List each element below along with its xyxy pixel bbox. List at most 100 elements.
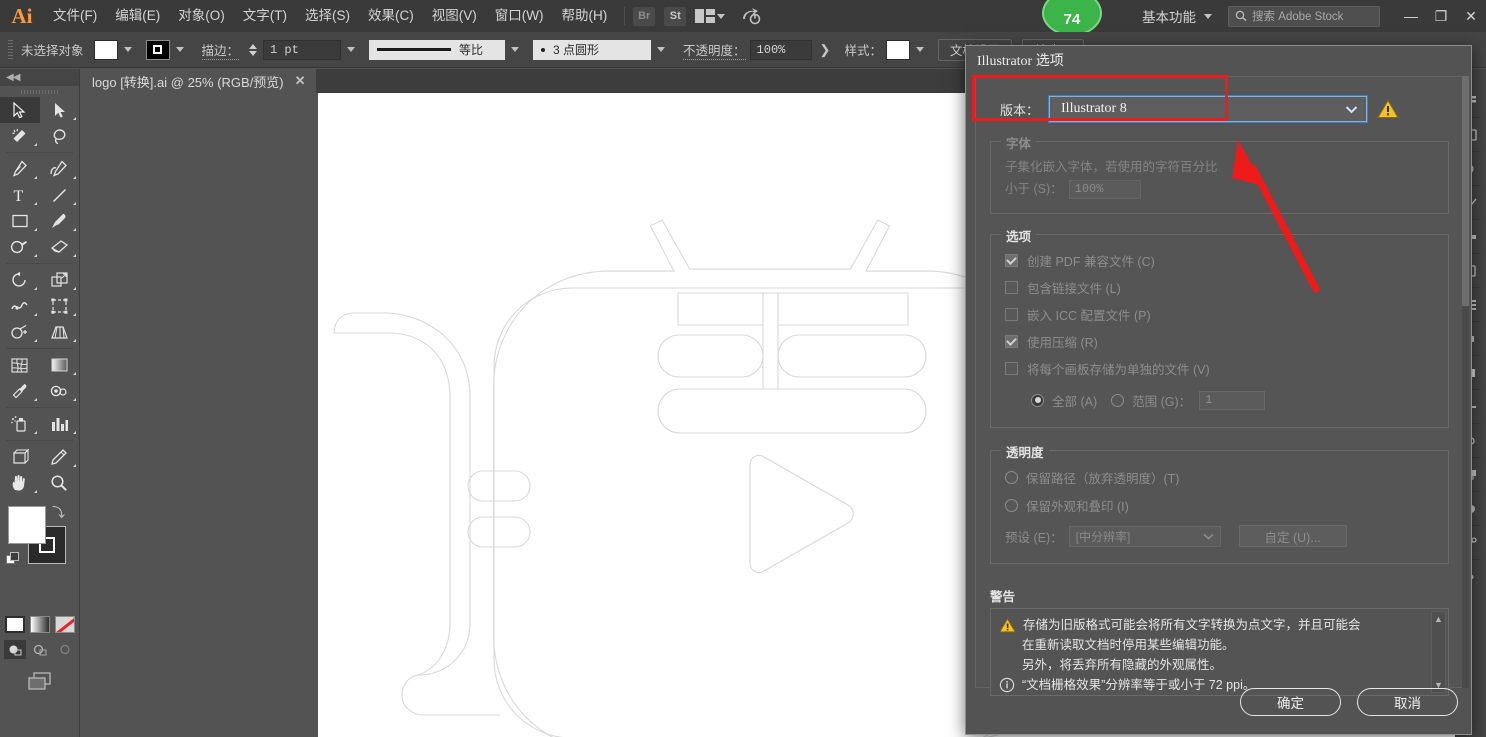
document-tab-close-icon[interactable]: ✕ [295, 73, 306, 89]
checkbox-embed-icc[interactable] [1005, 308, 1018, 321]
shape-builder-tool[interactable] [0, 319, 40, 345]
color-mode-button[interactable] [4, 616, 25, 633]
custom-transparency-button[interactable]: 自定 (U)... [1238, 525, 1347, 547]
workspace-chevron-down-icon[interactable] [1204, 13, 1212, 19]
fill-chevron-down-icon[interactable] [120, 40, 136, 60]
checkbox-pdf-compatible[interactable] [1005, 254, 1018, 267]
slice-tool[interactable] [40, 444, 80, 470]
sync-settings-icon[interactable] [739, 6, 763, 26]
minimize-button[interactable]: — [1396, 0, 1426, 32]
menu-view[interactable]: 视图(V) [423, 0, 486, 32]
menu-object[interactable]: 对象(O) [169, 0, 234, 32]
magic-wand-tool[interactable] [0, 123, 40, 149]
paintbrush-tool[interactable] [40, 208, 80, 234]
tools-collapse-button[interactable]: ◀◀ [0, 69, 79, 86]
radio-row-artboard-range[interactable]: 范围 (G)： 1 [1111, 386, 1266, 414]
selection-tool[interactable] [0, 97, 40, 123]
fill-swatch-large[interactable] [8, 506, 46, 544]
menu-type[interactable]: 文字(T) [234, 0, 296, 32]
opacity-expand-icon[interactable]: ❯ [820, 42, 831, 58]
screen-mode-button[interactable] [0, 671, 79, 691]
radio-row-preserve-appearance[interactable]: 保留外观和叠印 (I) [1005, 491, 1434, 519]
profile-chevron-down-icon[interactable] [507, 40, 523, 60]
symbol-sprayer-tool[interactable] [0, 411, 40, 437]
draw-behind-icon[interactable] [29, 640, 51, 659]
eyedropper-tool[interactable] [0, 378, 40, 404]
rotate-tool[interactable] [0, 267, 40, 293]
brush-chevron-down-icon[interactable] [653, 40, 669, 60]
option-row-include-linked[interactable]: 包含链接文件 (L) [1005, 274, 1434, 301]
dialog-scrollbar[interactable] [1462, 76, 1469, 688]
control-bar-grip[interactable] [8, 39, 13, 60]
scale-tool[interactable] [40, 267, 80, 293]
brush-definition-combo[interactable]: 3 点圆形 [533, 39, 652, 60]
lasso-tool[interactable] [40, 123, 80, 149]
menu-edit[interactable]: 编辑(E) [106, 0, 169, 32]
style-chevron-down-icon[interactable] [912, 40, 928, 60]
workspace-switcher[interactable]: 基本功能 [1142, 6, 1196, 26]
ok-button[interactable]: 确定 [1240, 688, 1341, 716]
line-segment-tool[interactable] [40, 182, 80, 208]
radio-row-all-artboards[interactable]: 全部 (A) [1031, 386, 1097, 414]
version-select[interactable]: Illustrator 8 [1048, 95, 1369, 123]
gradient-tool[interactable] [40, 352, 80, 378]
fill-color-swatch[interactable] [93, 39, 118, 60]
preset-select[interactable]: [中分辨率] [1068, 525, 1221, 547]
stroke-weight-stepper[interactable] [247, 40, 259, 60]
scroll-up-arrow-icon[interactable]: ▲ [1434, 614, 1443, 624]
rectangle-tool[interactable] [0, 208, 40, 234]
menu-effect[interactable]: 效果(C) [359, 0, 423, 32]
search-input[interactable]: 搜索 Adobe Stock [1228, 5, 1380, 27]
stock-icon[interactable]: St [664, 6, 687, 26]
option-row-embed-icc[interactable]: 嵌入 ICC 配置文件 (P) [1005, 301, 1434, 328]
stroke-color-swatch[interactable] [145, 39, 170, 60]
eraser-tool[interactable] [40, 234, 80, 260]
none-mode-button[interactable] [54, 616, 75, 633]
draw-inside-icon[interactable] [54, 640, 76, 659]
gradient-mode-button[interactable] [29, 616, 50, 633]
option-row-pdf-compatible[interactable]: 创建 PDF 兼容文件 (C) [1005, 247, 1434, 274]
free-transform-tool[interactable] [40, 293, 80, 319]
radio-preserve-paths[interactable] [1005, 470, 1018, 484]
type-tool[interactable]: T [0, 182, 40, 208]
shaper-tool[interactable] [0, 234, 40, 260]
default-fill-stroke-icon[interactable] [6, 552, 20, 566]
hand-tool[interactable] [0, 470, 40, 496]
curvature-tool[interactable] [40, 156, 80, 182]
tools-drag-grip[interactable] [0, 86, 79, 97]
radio-row-preserve-paths[interactable]: 保留路径（放弃透明度）(T) [1005, 463, 1434, 491]
checkbox-save-each-artboard[interactable] [1005, 362, 1018, 375]
perspective-grid-tool[interactable] [40, 319, 80, 345]
artboard-range-field[interactable]: 1 [1199, 390, 1266, 410]
radio-preserve-appearance[interactable] [1005, 498, 1018, 512]
menu-file[interactable]: 文件(F) [44, 0, 106, 32]
close-button[interactable]: ✕ [1456, 0, 1486, 32]
subset-field[interactable]: 100% [1068, 179, 1141, 199]
checkbox-include-linked[interactable] [1005, 281, 1018, 294]
opacity-field[interactable]: 100% [749, 39, 812, 60]
mesh-tool[interactable] [0, 352, 40, 378]
document-tab[interactable]: logo [转换].ai @ 25% (RGB/预览) ✕ [80, 69, 317, 93]
cancel-button[interactable]: 取消 [1357, 688, 1458, 716]
menu-select[interactable]: 选择(S) [296, 0, 359, 32]
warning-scrollbar[interactable]: ▲ ▼ [1431, 611, 1446, 693]
pen-tool[interactable] [0, 156, 40, 182]
option-row-use-compression[interactable]: 使用压缩 (R) [1005, 328, 1434, 355]
arrange-documents-icon[interactable] [695, 9, 716, 23]
option-row-save-each-artboard[interactable]: 将每个画板存储为单独的文件 (V) [1005, 355, 1434, 382]
swap-fill-stroke-icon[interactable]: ⤵ [52, 502, 65, 521]
artboard-tool[interactable] [0, 444, 40, 470]
graphic-style-swatch[interactable] [885, 39, 910, 60]
stroke-weight-chevron-down-icon[interactable] [343, 40, 359, 60]
bridge-icon[interactable]: Br [633, 6, 656, 26]
column-graph-tool[interactable] [40, 411, 80, 437]
radio-all-artboards[interactable] [1031, 393, 1044, 407]
menu-help[interactable]: 帮助(H) [552, 0, 616, 32]
arrange-chevron-down-icon[interactable] [717, 13, 726, 19]
menu-window[interactable]: 窗口(W) [486, 0, 553, 32]
warning-list[interactable]: 存储为旧版格式可能会将所有文字转换为点文字，并且可能会 在重新读取文档时停用某些… [990, 608, 1449, 696]
restore-button[interactable]: ❐ [1426, 0, 1456, 32]
checkbox-use-compression[interactable] [1005, 335, 1018, 348]
blend-tool[interactable] [40, 378, 80, 404]
draw-normal-icon[interactable] [3, 640, 26, 659]
